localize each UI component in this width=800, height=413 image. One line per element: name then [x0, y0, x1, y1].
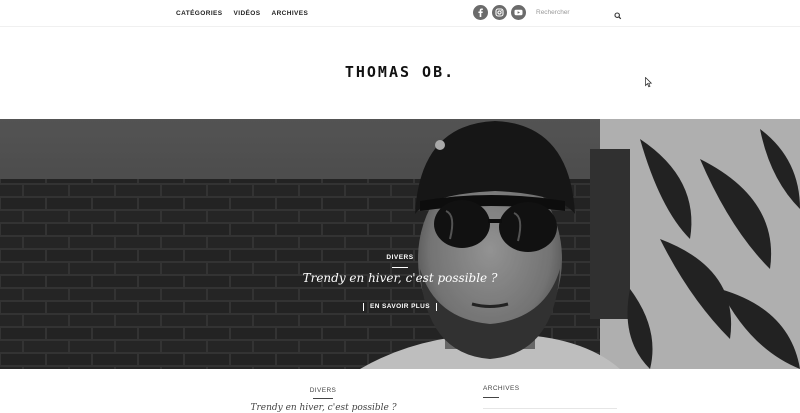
site-header: THOMAS OB.: [0, 27, 800, 119]
social-links: [473, 5, 526, 20]
hero-read-more-wrapper: EN SAVOIR PLUS: [0, 295, 800, 313]
search-input[interactable]: [533, 6, 613, 19]
top-navigation-bar: CATÉGORIES VIDÉOS ARCHIVES: [0, 0, 800, 27]
post-title[interactable]: Trendy en hiver, c'est possible ?: [246, 403, 401, 413]
nav-item-archives[interactable]: ARCHIVES: [271, 10, 308, 17]
sidebar-separator: [483, 408, 617, 409]
nav-item-videos[interactable]: VIDÉOS: [234, 10, 261, 17]
hero-divider: [392, 267, 408, 268]
mouse-cursor-icon: [645, 75, 653, 93]
facebook-icon[interactable]: [473, 5, 488, 20]
sidebar-archives-title: ARCHIVES: [483, 385, 520, 392]
search-box: [533, 6, 625, 20]
hero-category[interactable]: DIVERS: [0, 254, 800, 261]
sidebar-divider: [483, 397, 499, 398]
site-logo[interactable]: THOMAS OB.: [0, 63, 800, 81]
youtube-icon[interactable]: [511, 5, 526, 20]
search-icon[interactable]: [613, 8, 623, 20]
hero-title[interactable]: Trendy en hiver, c'est possible ?: [0, 271, 800, 285]
post-category[interactable]: DIVERS: [300, 387, 346, 394]
post-divider: [313, 398, 333, 399]
hero-overlay: [0, 119, 800, 369]
main-menu: CATÉGORIES VIDÉOS ARCHIVES: [176, 0, 308, 27]
read-more-button[interactable]: EN SAVOIR PLUS: [362, 303, 437, 311]
nav-item-categories[interactable]: CATÉGORIES: [176, 10, 223, 17]
instagram-icon[interactable]: [492, 5, 507, 20]
featured-post-hero[interactable]: DIVERS Trendy en hiver, c'est possible ?…: [0, 119, 800, 369]
